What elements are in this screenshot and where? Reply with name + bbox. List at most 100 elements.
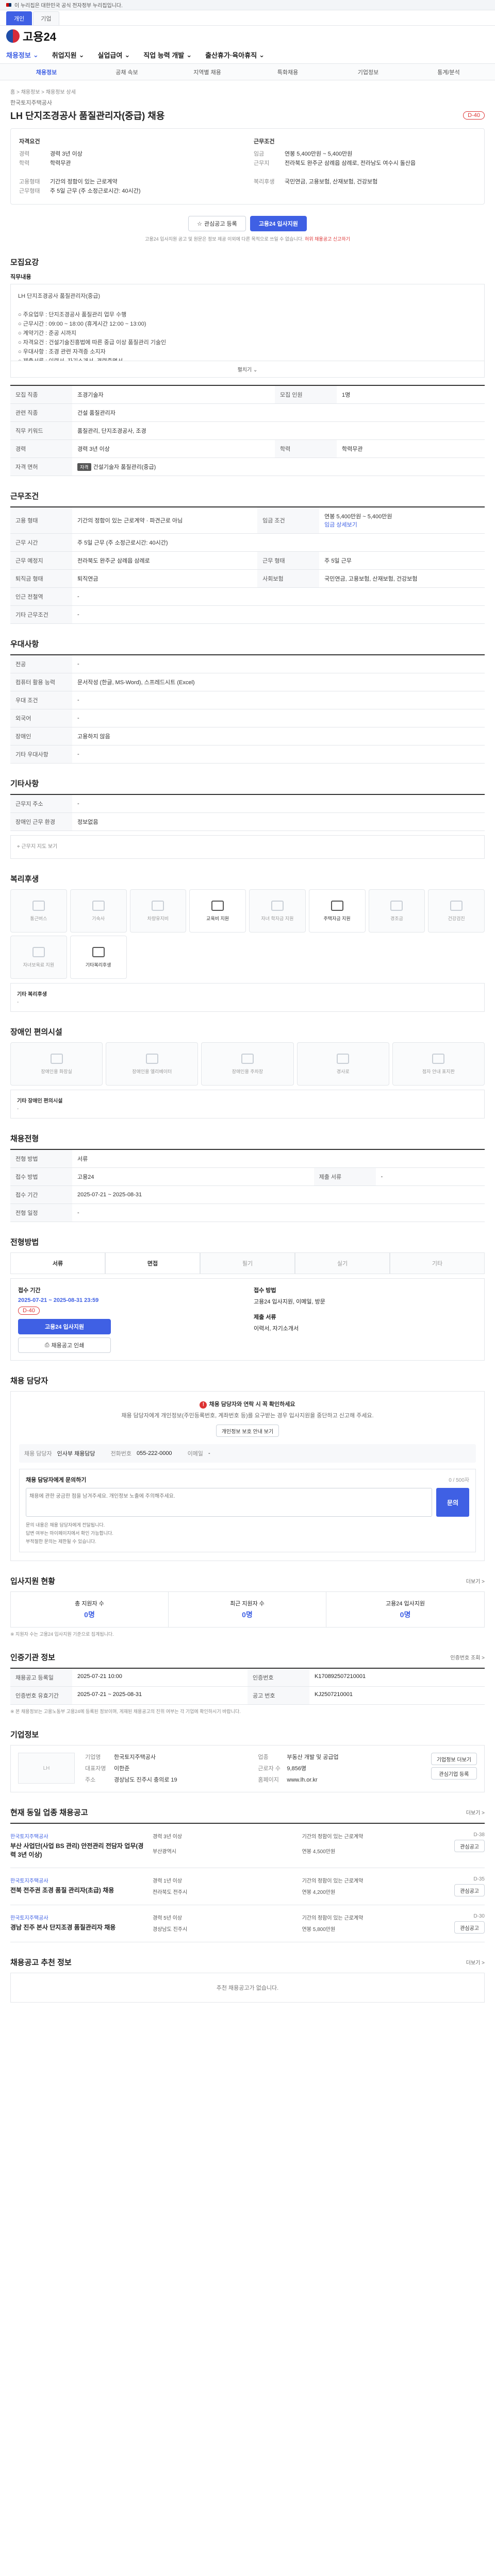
row-value: 2025-07-21 ~ 2025-08-31: [72, 1185, 485, 1204]
inquiry-send-button[interactable]: 문의: [436, 1488, 469, 1517]
table-row: 컴퓨터 활용 능력 문서작성 (한글, MS-Word), 스프레드시트 (Exc…: [10, 673, 485, 691]
welfare-label: 기타복리후생: [85, 962, 111, 968]
related-item[interactable]: 한국토지주택공사 경남 진주 본사 단지조경 품질관리자 채용 경력 5년 이상 기간…: [10, 1905, 485, 1942]
related-title[interactable]: 전북 전주권 조경 품질 관리자(초급) 채용: [10, 1886, 144, 1895]
more-link[interactable]: 더보기 >: [466, 1577, 485, 1585]
related-bookmark-button[interactable]: 관심공고: [454, 1840, 485, 1852]
sub-title: 직무내용: [10, 274, 31, 280]
welfare-icon: [152, 900, 164, 911]
info-row: 인증번호 유효기간 2025-07-21 ~ 2025-08-31: [10, 1687, 248, 1705]
lnb-item[interactable]: 기업정보: [328, 68, 408, 76]
kv-key: 업종: [258, 1754, 269, 1760]
related-meta-value: 경상남도 진주시: [153, 1926, 188, 1933]
inquiry-notes: 문의 내용은 채용 담당자에게 전달됩니다. 답변 여부는 마이페이지에서 확인…: [26, 1521, 469, 1546]
status-value: 0명: [242, 1611, 253, 1619]
more-link[interactable]: 더보기 >: [466, 1808, 485, 1816]
apply-button[interactable]: 고용24 입사지원: [18, 1319, 111, 1334]
related-company: 한국토지주택공사: [10, 1878, 48, 1884]
row-key: 인근 전철역: [10, 587, 72, 606]
row-key: 직무 키워드: [10, 421, 72, 440]
welfare-extra-label: 기타 복리후생: [17, 992, 47, 997]
gnb-item-jobs[interactable]: 채용정보 ⌄: [6, 50, 39, 60]
map-pin-icon: ⌖: [17, 844, 20, 850]
lnb-item[interactable]: 통계/분석: [408, 68, 489, 76]
related-meta: 경력 5년 이상 기간의 정함이 있는 근로계약 경상남도 진주시 연봉 5,800만…: [153, 1913, 446, 1934]
kv-row: 근로자 수 9,856명: [258, 1764, 420, 1773]
welfare-label: 교육비 지원: [206, 916, 229, 921]
bookmark-button[interactable]: ☆ 관심공고 등록: [188, 216, 246, 231]
welfare-label: 기숙사: [92, 916, 105, 921]
gnb-item-leave[interactable]: 출산휴가·육아휴직 ⌄: [205, 50, 265, 60]
row-value: 기간의 정함이 있는 근로계약 · 파견근로 아님: [72, 507, 258, 534]
map-box[interactable]: ⌖ 근무지 지도 보기: [10, 835, 485, 859]
status-cell: 총 지원자 수 0명: [11, 1592, 169, 1627]
dday-text: D-38: [473, 1832, 485, 1838]
kv-value: 학력무관: [50, 160, 71, 166]
more-link[interactable]: 더보기 >: [466, 1958, 485, 1966]
license-tag: 자격: [77, 463, 91, 471]
welfare-label: 경조금: [390, 916, 403, 921]
chevron-down-icon: ⌄: [253, 367, 258, 373]
company-follow-button[interactable]: 관심기업 등록: [431, 1767, 477, 1780]
process-method: 접수 방법 고용24 입사지원, 이메일, 방문 제출 서류 이력서, 자기소개…: [254, 1286, 477, 1353]
related-bookmark-button[interactable]: 관심공고: [454, 1884, 485, 1896]
welfare-item: 기타복리후생: [70, 936, 127, 979]
wage-detail-link[interactable]: 임금 상세보기: [324, 522, 357, 528]
gov-banner: 이 누리집은 대한민국 공식 전자정부 누리집입니다.: [0, 0, 495, 10]
row-value: 서류: [72, 1149, 485, 1168]
expand-button[interactable]: 펼치기 ⌄: [10, 361, 485, 378]
title-row: LH 단지조경공사 품질관리자(중급) 채용 D-40: [10, 109, 485, 122]
welfare-item: 경조금: [368, 889, 425, 933]
dday-text: D-35: [473, 1876, 485, 1882]
recv-date: 2025-07-21 ~ 2025-08-31 23:59: [18, 1297, 99, 1303]
disability-extra-value: -: [17, 1106, 19, 1112]
lnb-item[interactable]: 공채 속보: [87, 68, 167, 76]
related-item[interactable]: 한국토지주택공사 부산 사업단(사업 BS 관리) 안전관리 전담자 업무(경력 …: [10, 1824, 485, 1868]
row-key: 사회보험: [257, 569, 320, 588]
kv-key: 홈페이지: [258, 1777, 279, 1783]
row-key: 학력: [275, 439, 337, 458]
related-item[interactable]: 한국토지주택공사 전북 전주권 조경 품질 관리자(초급) 채용 경력 1년 이상 기…: [10, 1868, 485, 1905]
section-title-text: 채용 담당자: [10, 1377, 48, 1385]
kv-value: 전라북도 완주군 삼례읍 삼례로, 전라남도 여수시 돌산읍: [285, 160, 416, 166]
related-title[interactable]: 부산 사업단(사업 BS 관리) 안전관리 전담자 업무(경력 3년 이상): [10, 1842, 144, 1859]
row-key: 제출 서류: [314, 1167, 376, 1186]
gnb-item-support[interactable]: 취업지원 ⌄: [52, 50, 85, 60]
tab-individual[interactable]: 개인: [6, 11, 32, 25]
row-key: 접수 기간: [10, 1185, 72, 1204]
kv-value: 주 5일 근무 (주 소정근로시간: 40시간): [50, 188, 141, 194]
accessibility-icon: [145, 1053, 158, 1064]
kv-row: [19, 168, 241, 177]
table-row: 접수 기간 2025-07-21 ~ 2025-08-31: [10, 1185, 485, 1204]
related-bookmark-button[interactable]: 관심공고: [454, 1921, 485, 1934]
related-meta-value: 경력 1년 이상: [153, 1878, 183, 1884]
selection-table: 전형 방법 서류 접수 방법 고용24 제출 서류 - 접수 기간 2025-07-21 …: [10, 1149, 485, 1222]
row-value: 자격 건설기술자 품질관리(중급): [72, 457, 485, 476]
section-title-text: 전형방법: [10, 1238, 39, 1247]
lnb-item[interactable]: 특화채용: [248, 68, 328, 76]
privacy-guide-button[interactable]: 개인정보 보호 안내 보기: [216, 1425, 279, 1437]
kv-key: 근로자 수: [258, 1766, 280, 1772]
table-row: 우대 조건 -: [10, 691, 485, 709]
welfare-label: 주택자금 지원: [323, 916, 351, 921]
row-value: 학력무관: [337, 439, 485, 458]
related-title[interactable]: 경남 진주 본사 단지조경 품질관리자 채용: [10, 1923, 144, 1932]
gnb-item-benefit[interactable]: 실업급여 ⌄: [98, 50, 130, 60]
inquiry-input[interactable]: [26, 1488, 432, 1517]
logo[interactable]: 고용24: [6, 28, 56, 44]
company-more-button[interactable]: 기업정보 더보기: [431, 1753, 477, 1765]
print-button[interactable]: ⎙ 채용공고 인쇄: [18, 1337, 111, 1353]
section-title: 인증기관 정보 인증번호 조회 >: [10, 1652, 485, 1663]
gnb-item-training[interactable]: 직업 능력 개발 ⌄: [143, 50, 192, 60]
gnb-label: 출산휴가·육아휴직: [205, 52, 257, 59]
status-label: 총 지원자 수: [75, 1601, 104, 1607]
welfare-label: 건강검진: [448, 916, 465, 921]
tab-company[interactable]: 기업: [33, 11, 59, 25]
report-link[interactable]: 허위 채용공고 신고하기: [305, 236, 350, 242]
status-label: 최근 지원자 수: [230, 1601, 265, 1607]
lnb-item[interactable]: 채용정보: [6, 68, 87, 76]
apply-button[interactable]: 고용24 입사지원: [250, 216, 307, 231]
more-link[interactable]: 인증번호 조회 >: [450, 1653, 485, 1661]
kv-row: 근무형태 주 5일 근무 (주 소정근로시간: 40시간): [19, 187, 241, 196]
lnb-item[interactable]: 지역별 채용: [167, 68, 248, 76]
